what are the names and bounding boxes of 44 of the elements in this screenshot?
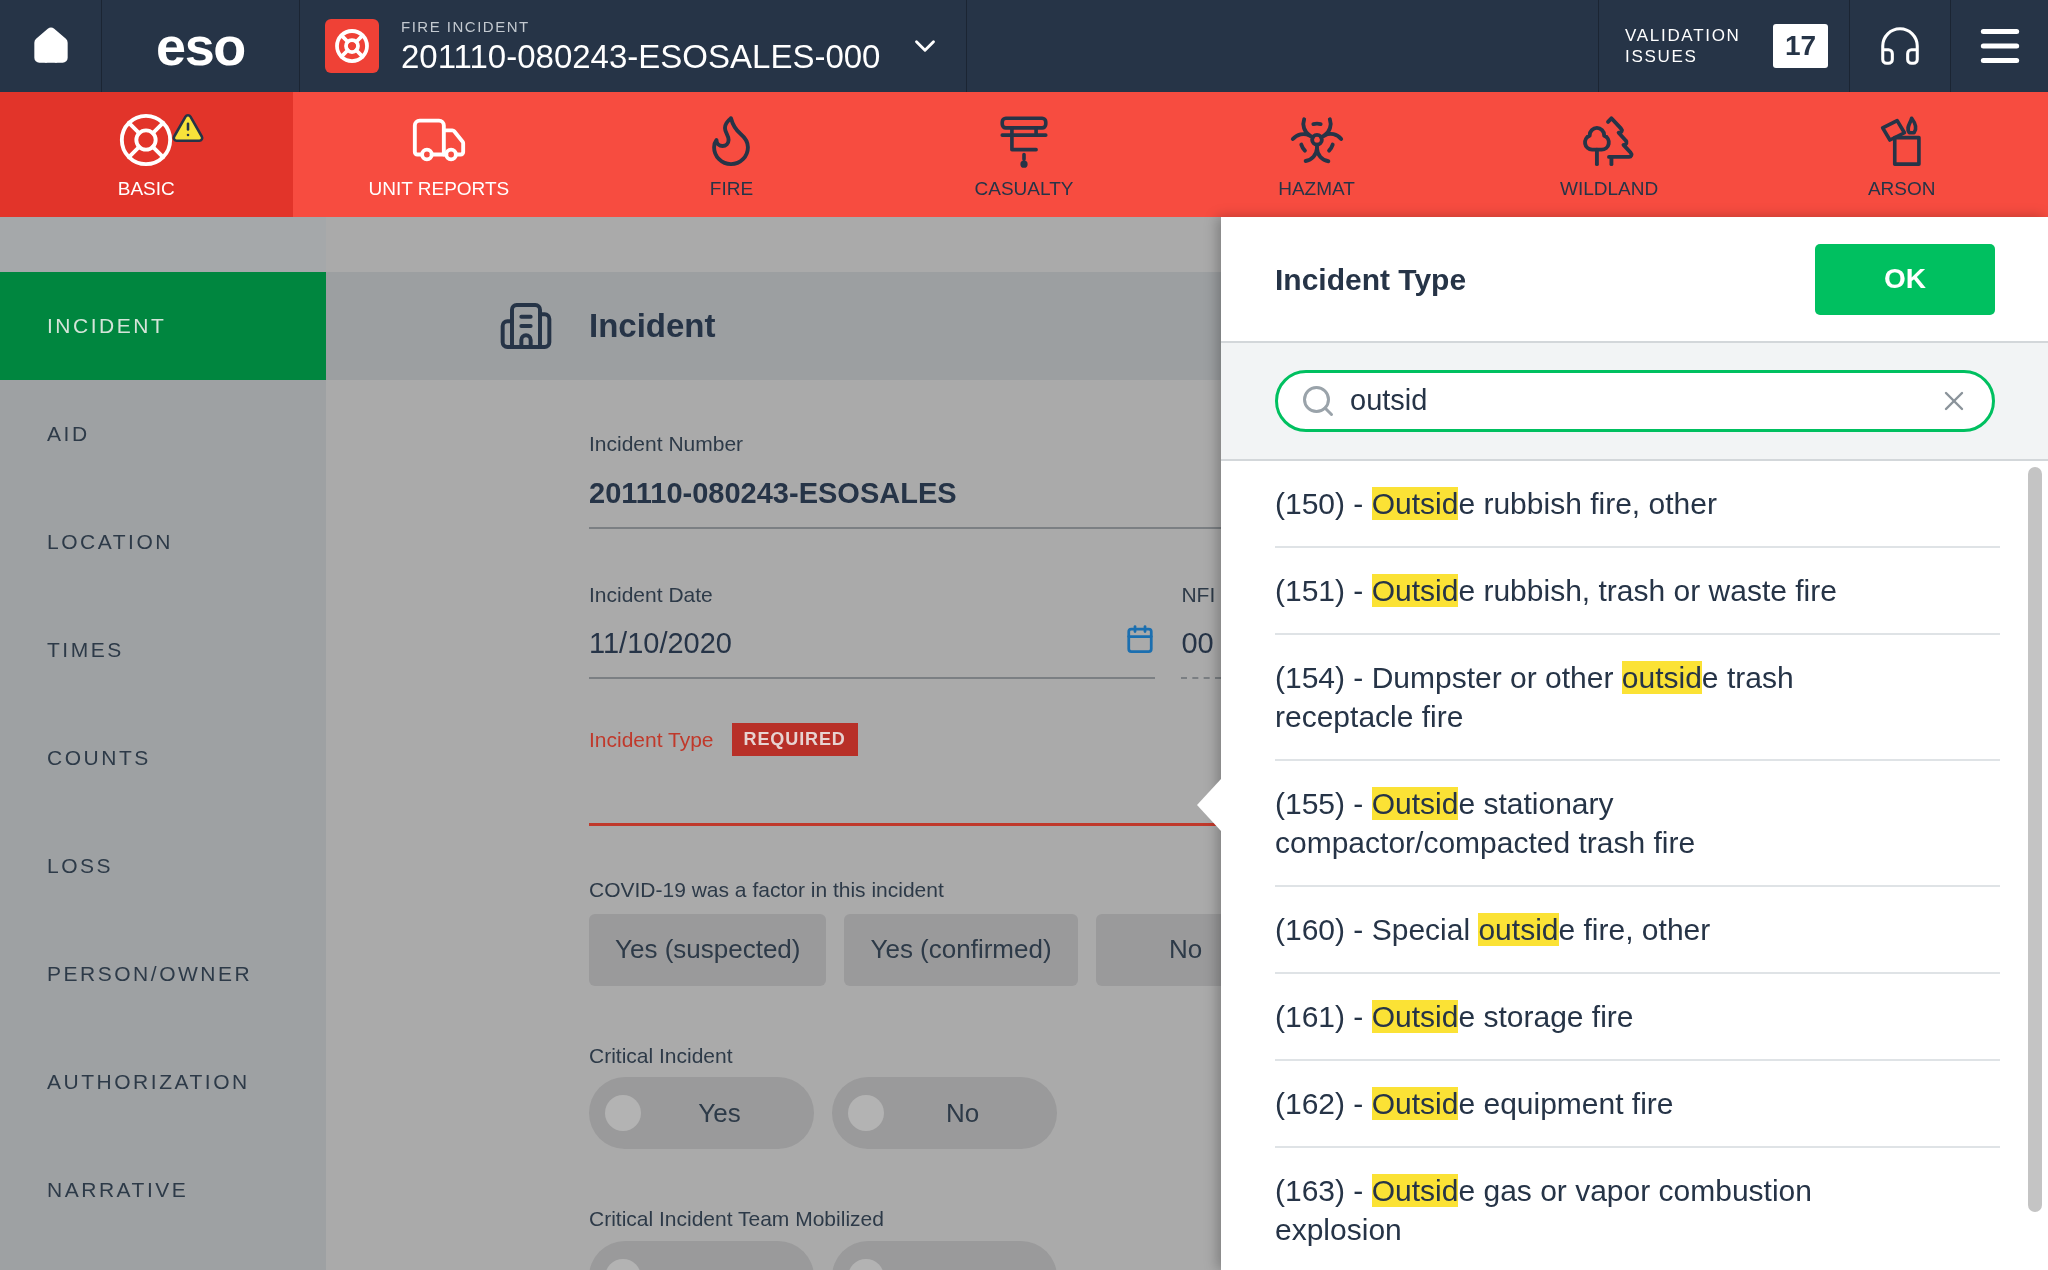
field-label: Incident Type xyxy=(589,726,714,753)
result-item[interactable]: (150) - Outside rubbish fire, other xyxy=(1275,461,2000,548)
search-field[interactable]: outsid xyxy=(1275,370,1995,432)
field-label: Critical Incident xyxy=(589,1042,734,1069)
option-button[interactable]: Yes (confirmed) xyxy=(844,913,1078,986)
sidebar-item[interactable]: NARRATIVE xyxy=(0,1136,326,1244)
validation-label: VALIDATION ISSUES xyxy=(1625,25,1742,67)
sidebar-item[interactable]: LOSS xyxy=(0,812,326,920)
field-label: NFI xyxy=(1181,581,1217,608)
result-item[interactable]: (163) - Outside gas or vapor combustion explosion xyxy=(1275,1148,2000,1270)
incident-number-field[interactable]: 201110-080243-ESOSALES xyxy=(589,471,1221,529)
option-button[interactable]: No xyxy=(1095,913,1221,986)
sidebar-item[interactable]: COUNTS xyxy=(0,704,326,812)
field-label: Incident Date xyxy=(589,581,714,608)
option-button[interactable]: Yes (suspected) xyxy=(589,913,827,986)
result-item[interactable]: (154) - Dumpster or other outside trash receptacle fire xyxy=(1275,635,2000,761)
result-item[interactable]: (162) - Outside equipment fire xyxy=(1275,1061,2000,1148)
sidebar-item[interactable]: AUTHORIZATION xyxy=(0,1028,326,1136)
field-label: Critical Incident Team Mobilized xyxy=(589,1206,885,1232)
sidebar-item[interactable]: AID xyxy=(0,380,326,488)
result-item[interactable]: (155) - Outside stationary compactor/compacted trash fire xyxy=(1275,761,2000,887)
sidebar-item[interactable]: INCIDENT xyxy=(0,272,326,380)
record-number: 201110-080243-ESOSALES-000 xyxy=(401,38,881,77)
sidebar-item[interactable]: LOCATION xyxy=(0,488,326,596)
module-tab[interactable]: BASIC xyxy=(0,92,293,217)
sidebar-item[interactable]: PERSON/OWNER xyxy=(0,920,326,1028)
section-title: Incident xyxy=(589,306,716,347)
search-icon xyxy=(1300,383,1336,419)
toggle-option[interactable]: No xyxy=(832,1077,1057,1149)
result-item[interactable]: (151) - Outside rubbish, trash or waste fire xyxy=(1275,548,2000,635)
required-badge: REQUIRED xyxy=(731,723,858,756)
panel-title: Incident Type xyxy=(1275,261,1467,298)
result-item[interactable]: (160) - Special outside fire, other xyxy=(1275,887,2000,974)
logo: eso xyxy=(156,19,245,73)
field-label: COVID-19 was a factor in this incident xyxy=(589,877,945,903)
field-label: Incident Number xyxy=(589,431,745,457)
result-item[interactable]: (161) - Outside storage fire xyxy=(1275,974,2000,1061)
validation-count[interactable]: 17 xyxy=(1773,24,1828,68)
toggle-option[interactable]: Yes xyxy=(589,1077,814,1149)
ok-button[interactable]: OK xyxy=(1815,243,1995,315)
record-type: FIRE INCIDENT xyxy=(401,16,531,37)
scrollbar[interactable] xyxy=(2028,467,2042,1212)
sidebar-item[interactable]: TIMES xyxy=(0,596,326,704)
incident-date-field[interactable]: 11/10/2020 xyxy=(589,622,1156,679)
